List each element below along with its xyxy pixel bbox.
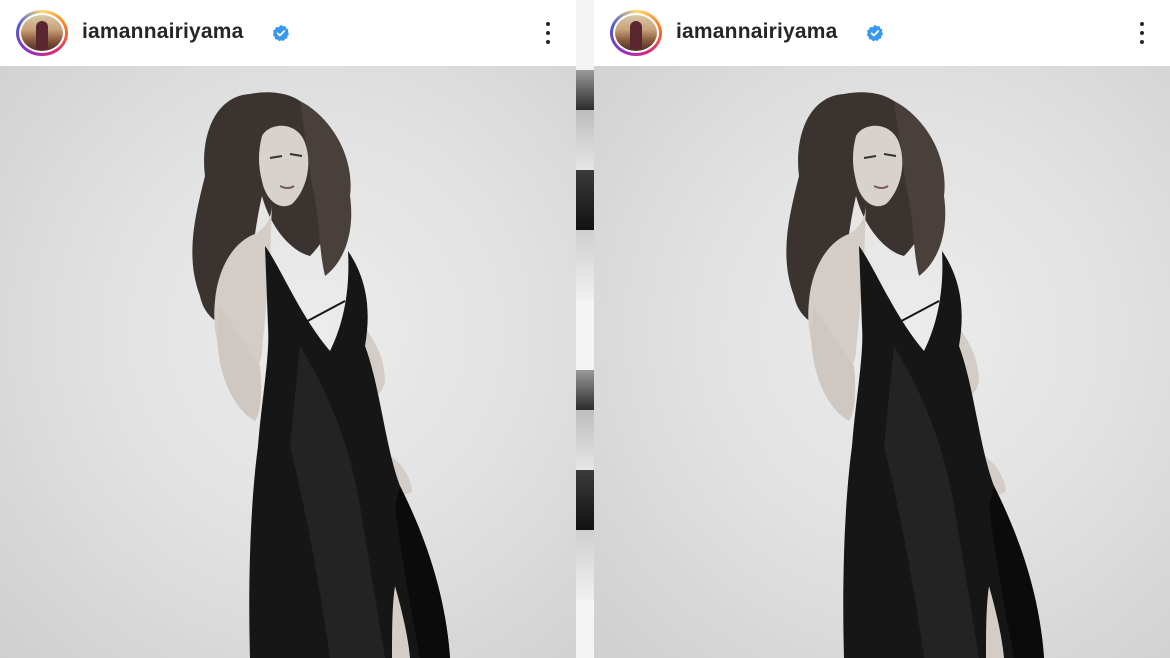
post-header: iamannairiyama <box>0 0 576 66</box>
post-photo <box>0 66 576 658</box>
profile-avatar[interactable] <box>16 10 68 56</box>
more-options-icon[interactable] <box>1138 22 1146 44</box>
instagram-post-left: iamannairiyama <box>0 0 576 658</box>
verified-badge-icon <box>272 24 290 42</box>
panel-divider <box>576 0 594 658</box>
avatar-image <box>21 15 63 51</box>
username-link[interactable]: iamannairiyama <box>676 20 838 44</box>
post-photo <box>594 66 1170 658</box>
woman-in-black-dress-illustration <box>786 92 1044 658</box>
woman-in-black-dress-illustration <box>192 92 450 658</box>
verified-badge-icon <box>866 24 884 42</box>
more-options-icon[interactable] <box>544 22 552 44</box>
avatar-image <box>615 15 657 51</box>
username-link[interactable]: iamannairiyama <box>82 20 244 44</box>
post-header: iamannairiyama <box>594 0 1170 66</box>
side-by-side-post-screenshots: iamannairiyama iamannairiyama <box>0 0 1170 658</box>
profile-avatar[interactable] <box>610 10 662 56</box>
instagram-post-right: iamannairiyama <box>594 0 1170 658</box>
